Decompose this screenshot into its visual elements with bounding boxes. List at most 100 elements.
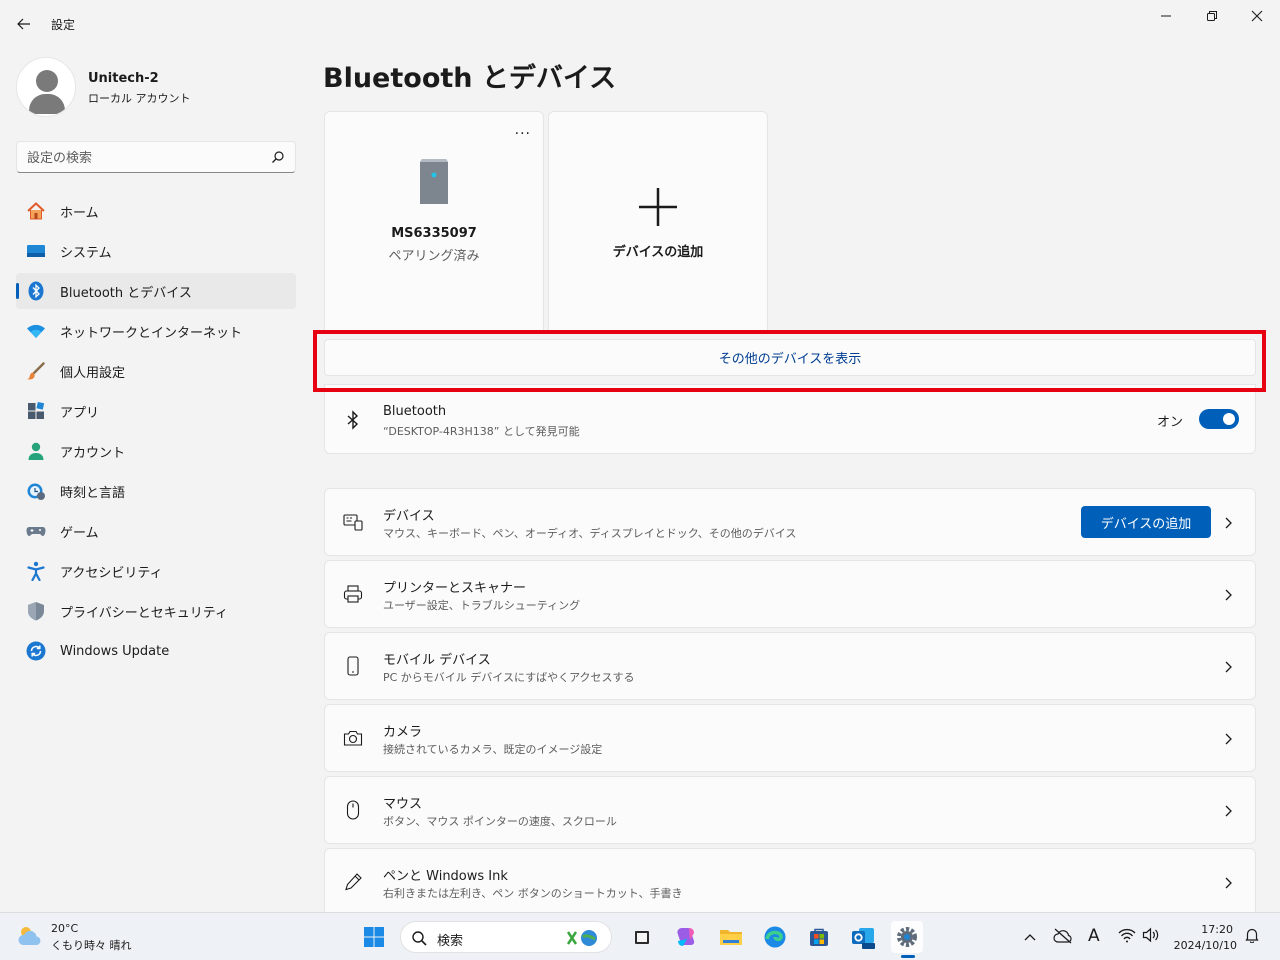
close-icon xyxy=(1251,10,1263,22)
start-button[interactable] xyxy=(358,921,390,953)
file-explorer-button[interactable] xyxy=(715,921,747,953)
sidebar-item-label: Windows Update xyxy=(60,643,170,659)
wifi-icon[interactable] xyxy=(1118,927,1136,943)
sidebar: Unitech-2 ローカル アカウント ホーム システム Bluetooth … xyxy=(0,48,310,912)
chevron-right-icon xyxy=(1225,877,1232,889)
sidebar-item-apps[interactable]: アプリ xyxy=(16,393,296,429)
notification-bell-icon[interactable] xyxy=(1245,927,1259,943)
sidebar-item-network[interactable]: ネットワークとインターネット xyxy=(16,313,296,349)
device-tile[interactable]: ... MS6335097 ペアリング済み xyxy=(324,111,544,333)
row-title: プリンターとスキャナー xyxy=(383,581,527,596)
clock-date[interactable]: 2024/10/10 xyxy=(1174,939,1237,952)
row-title: マウス xyxy=(383,797,423,812)
active-indicator xyxy=(16,283,19,299)
minimize-icon xyxy=(1161,15,1171,17)
row-mobile-devices[interactable]: モバイル デバイス PC からモバイル デバイスにすばやくアクセスする xyxy=(324,632,1256,700)
sidebar-item-accessibility[interactable]: アクセシビリティ xyxy=(16,553,296,589)
weather-description: くもり時々 晴れ xyxy=(51,939,132,952)
gamepad-icon xyxy=(26,527,46,536)
sidebar-item-system[interactable]: システム xyxy=(16,233,296,269)
row-printers-scanners[interactable]: プリンターとスキャナー ユーザー設定、トラブルシューティング xyxy=(324,560,1256,628)
sidebar-item-label: 個人用設定 xyxy=(60,365,126,381)
row-pen-windows-ink[interactable]: ペンと Windows Ink 右利きまたは左利き、ペン ボタンのショートカット… xyxy=(324,848,1256,916)
profile-account-type: ローカル アカウント xyxy=(88,92,191,105)
add-device-button[interactable]: デバイスの追加 xyxy=(1081,506,1211,538)
sidebar-item-privacy-security[interactable]: プライバシーとセキュリティ xyxy=(16,593,296,629)
taskbar-search[interactable]: 検索 xyxy=(400,921,612,953)
time-language-icon xyxy=(27,483,45,500)
windows-logo-icon xyxy=(364,927,384,947)
edge-icon xyxy=(764,926,786,948)
brush-icon xyxy=(27,362,45,380)
chevron-right-icon xyxy=(1225,589,1232,601)
phone-icon xyxy=(347,656,359,676)
folder-icon xyxy=(720,930,742,945)
sidebar-item-label: アカウント xyxy=(60,445,126,461)
row-subtitle: マウス、キーボード、ペン、オーディオ、ディスプレイとドック、その他のデバイス xyxy=(383,527,797,540)
bluetooth-subtitle: “DESKTOP-4R3H138” として発見可能 xyxy=(383,425,580,438)
sidebar-item-windows-update[interactable]: Windows Update xyxy=(16,633,296,669)
row-title: カメラ xyxy=(383,725,423,740)
camera-icon xyxy=(343,730,363,746)
system-icon xyxy=(27,245,45,257)
home-icon xyxy=(27,202,45,220)
row-subtitle: 接続されているカメラ、既定のイメージ設定 xyxy=(383,743,603,756)
shield-icon xyxy=(28,602,44,621)
sidebar-item-label: ホーム xyxy=(60,205,99,221)
chevron-right-icon xyxy=(1225,805,1232,817)
row-camera[interactable]: カメラ 接続されているカメラ、既定のイメージ設定 xyxy=(324,704,1256,772)
ime-indicator[interactable]: A xyxy=(1088,926,1100,946)
taskbar: 20°C くもり時々 晴れ 検索 A 17:20 2024/10/10 xyxy=(0,912,1280,960)
sidebar-item-time-language[interactable]: 時刻と言語 xyxy=(16,473,296,509)
search-input[interactable] xyxy=(27,148,267,168)
cloud-offline-icon[interactable] xyxy=(1053,927,1073,945)
sidebar-item-gaming[interactable]: ゲーム xyxy=(16,513,296,549)
more-options-button[interactable]: ... xyxy=(515,122,531,138)
settings-search xyxy=(16,141,296,173)
edge-button[interactable] xyxy=(759,921,791,953)
sidebar-item-accounts[interactable]: アカウント xyxy=(16,433,296,469)
chevron-right-icon xyxy=(1225,517,1232,529)
restore-button[interactable] xyxy=(1189,0,1235,32)
add-device-tile[interactable]: デバイスの追加 xyxy=(548,111,768,333)
volume-icon[interactable] xyxy=(1142,927,1160,943)
minimize-button[interactable] xyxy=(1143,0,1189,32)
task-view-icon xyxy=(635,931,649,944)
row-devices[interactable]: デバイス マウス、キーボード、ペン、オーディオ、ディスプレイとドック、その他のデ… xyxy=(324,488,1256,556)
page-title: Bluetooth とデバイス xyxy=(323,63,617,94)
sidebar-item-label: 時刻と言語 xyxy=(60,485,126,501)
outlook-button[interactable] xyxy=(847,921,879,953)
row-subtitle: ユーザー設定、トラブルシューティング xyxy=(383,599,581,612)
show-more-devices-button[interactable]: その他のデバイスを表示 xyxy=(324,339,1256,376)
back-arrow-icon xyxy=(17,18,30,30)
sidebar-item-label: アプリ xyxy=(60,405,100,421)
row-mouse[interactable]: マウス ボタン、マウス ポインターの速度、スクロール xyxy=(324,776,1256,844)
sidebar-item-bluetooth-devices[interactable]: Bluetooth とデバイス xyxy=(16,273,296,309)
user-profile[interactable]: Unitech-2 ローカル アカウント xyxy=(16,57,296,117)
clock-time[interactable]: 17:20 xyxy=(1201,923,1233,936)
show-more-devices-label: その他のデバイスを表示 xyxy=(718,352,862,367)
apps-icon xyxy=(28,401,45,419)
row-title: デバイス xyxy=(383,509,435,524)
accessibility-icon xyxy=(27,561,45,581)
search-icon[interactable] xyxy=(271,150,285,164)
settings-app-button[interactable] xyxy=(891,921,923,953)
sidebar-nav: ホーム システム Bluetooth とデバイス ネットワークとインターネット … xyxy=(16,193,296,673)
bluetooth-icon xyxy=(347,410,359,430)
device-name: MS6335097 xyxy=(391,226,477,241)
outlook-icon xyxy=(852,928,875,949)
back-button[interactable] xyxy=(10,10,38,38)
cloud-sun-icon xyxy=(18,927,41,945)
task-view-button[interactable] xyxy=(626,921,658,953)
sidebar-item-home[interactable]: ホーム xyxy=(16,193,296,229)
bluetooth-card: Bluetooth “DESKTOP-4R3H138” として発見可能 オン xyxy=(324,384,1256,454)
sidebar-item-personalization[interactable]: 個人用設定 xyxy=(16,353,296,389)
bluetooth-toggle[interactable] xyxy=(1199,409,1239,429)
title-bar: 設定 xyxy=(0,0,1280,48)
copilot-button[interactable] xyxy=(670,921,702,953)
store-button[interactable] xyxy=(803,921,835,953)
chevron-up-icon[interactable] xyxy=(1024,932,1036,942)
close-button[interactable] xyxy=(1234,0,1280,32)
row-subtitle: ボタン、マウス ポインターの速度、スクロール xyxy=(383,815,617,828)
chevron-right-icon xyxy=(1225,661,1232,673)
